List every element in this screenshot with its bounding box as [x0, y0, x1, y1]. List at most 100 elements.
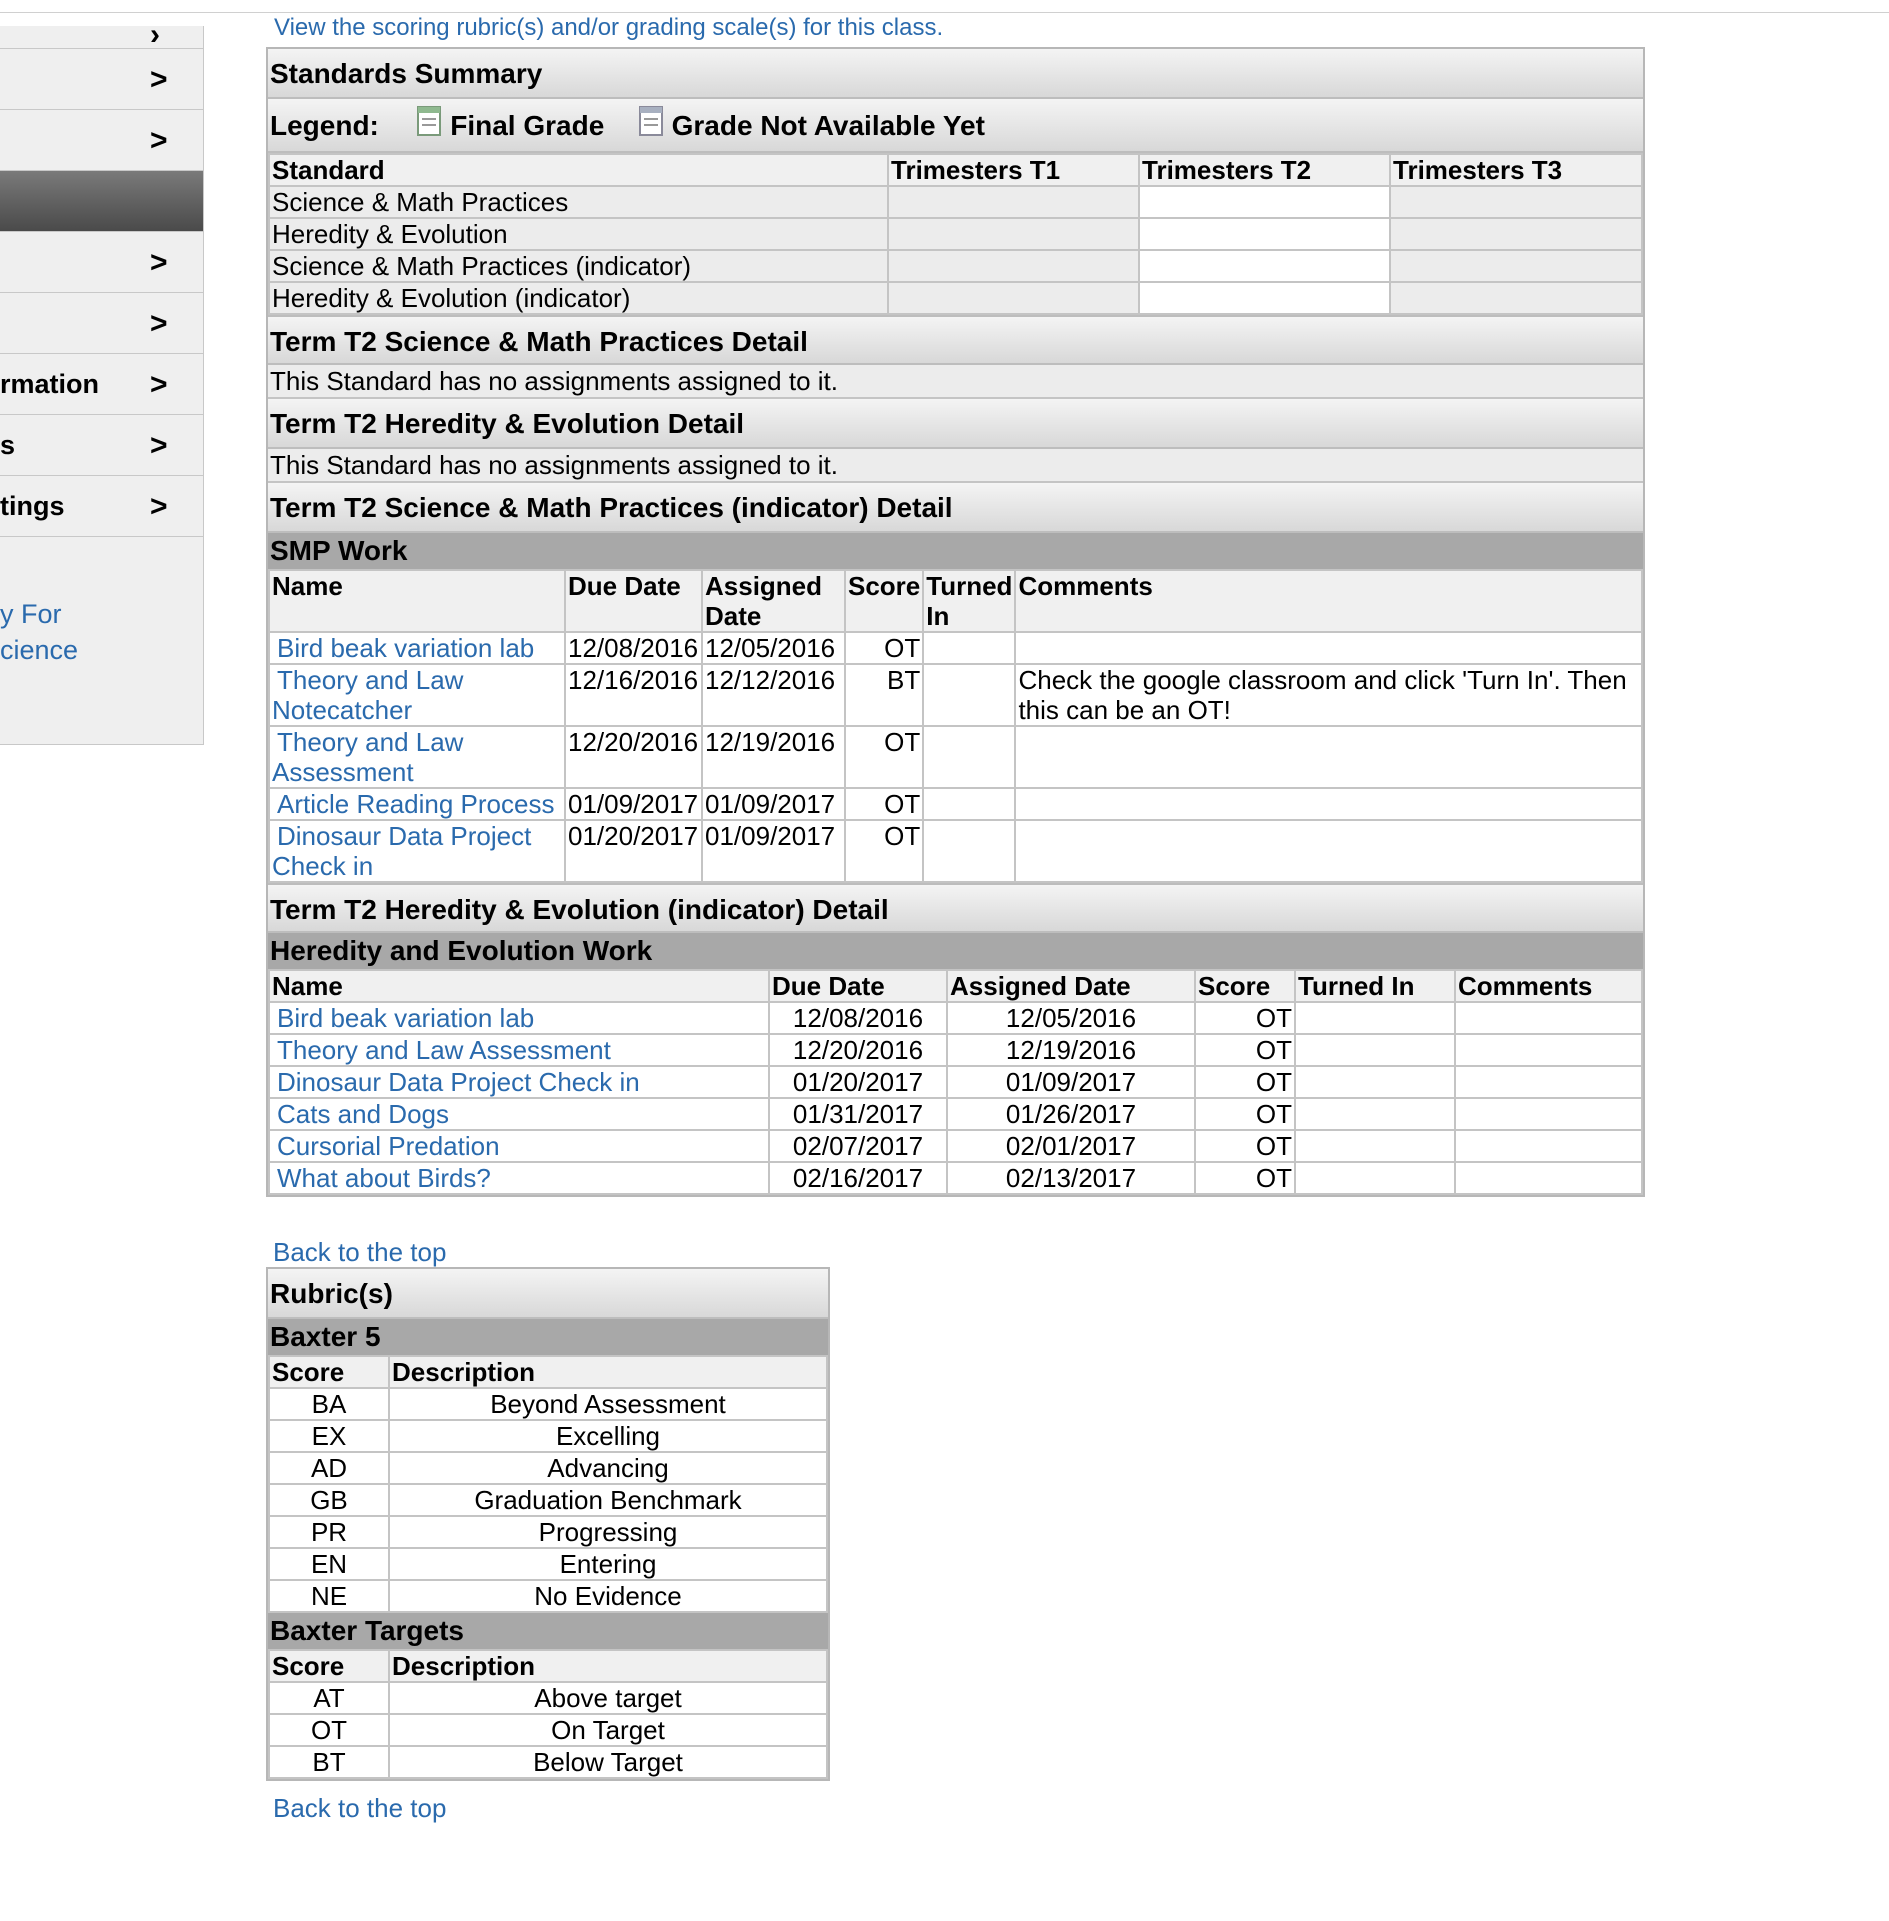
assignment-name-link[interactable]: Bird beak variation lab: [277, 633, 534, 663]
sidebar-link-line: cience: [0, 635, 79, 665]
rubric-description: Graduation Benchmark: [388, 1483, 828, 1517]
chevron-right-icon: >: [150, 429, 168, 462]
assignment-name-cell: Cursorial Predation: [268, 1129, 770, 1163]
comments: [1454, 1161, 1643, 1195]
assignment-name-cell: Dinosaur Data Project Check in: [268, 1065, 770, 1099]
col-turned-in: Turned In: [922, 569, 1017, 633]
assignment-name-link[interactable]: Bird beak variation lab: [277, 1003, 534, 1033]
sidebar-item[interactable]: >: [0, 49, 203, 110]
col-due: Due Date: [564, 569, 703, 633]
sidebar-item[interactable]: [0, 171, 203, 232]
col-score: Score: [843, 569, 925, 633]
table-row: GB Graduation Benchmark: [268, 1483, 828, 1517]
assignment-name-link[interactable]: Cursorial Predation: [277, 1131, 500, 1161]
sidebar: › > > > > rmation > s > tings > y For cience: [0, 20, 204, 745]
table-row: PR Progressing: [268, 1515, 828, 1549]
assignment-name-link[interactable]: What about Birds?: [277, 1163, 491, 1193]
assigned-date-cell: 12/12/2016: [701, 663, 846, 727]
sidebar-item[interactable]: tings >: [0, 476, 203, 537]
table-row: AT Above target: [268, 1681, 828, 1715]
assigned-date: 12/19/2016: [946, 1033, 1196, 1067]
due-date-cell: 12/16/2016: [564, 663, 703, 727]
legend-grade-not-available: Grade Not Available Yet: [671, 110, 985, 141]
turned-in-cell: [922, 787, 1017, 821]
col-name: Name: [268, 969, 770, 1003]
due-date: 01/20/2017: [768, 1065, 948, 1099]
sidebar-item[interactable]: >: [0, 110, 203, 171]
standard-name: Heredity & Evolution: [268, 217, 889, 251]
back-to-top-link[interactable]: Back to the top: [273, 1237, 446, 1268]
turned-in: [1294, 1097, 1456, 1131]
comments-cell: [1014, 725, 1643, 789]
comments-cell: [1014, 819, 1643, 883]
table-row: Cursorial Predation 02/07/2017 02/01/2017 O…: [268, 1129, 1643, 1163]
chevron-right-icon: >: [150, 490, 168, 523]
score-cell: OT: [843, 631, 925, 665]
sidebar-item[interactable]: ›: [0, 20, 203, 50]
assignment-name-link[interactable]: Theory and Law Assessment: [272, 727, 463, 787]
turned-in-cell: [922, 663, 1017, 727]
comments: [1454, 1097, 1643, 1131]
table-row: EN Entering: [268, 1547, 828, 1581]
detail-smp-title: Term T2 Science & Math Practices Detail: [268, 315, 1643, 365]
sidebar-item[interactable]: >: [0, 232, 203, 293]
assignment-name-link-cell: Theory and Law Notecatcher: [268, 663, 566, 727]
rubrics-title: Rubric(s): [268, 1269, 828, 1319]
sidebar-item-label: tings: [0, 491, 65, 521]
table-row: Dinosaur Data Project Check in 01/20/2017…: [268, 1065, 1643, 1099]
top-border: [0, 0, 1889, 13]
rubric-group-title: Baxter 5: [268, 1319, 828, 1355]
score-cell: OT: [843, 819, 925, 883]
assignment-name-link[interactable]: Theory and Law Notecatcher: [272, 665, 463, 725]
sidebar-link[interactable]: y For cience: [0, 596, 78, 668]
table-row: Theory and Law Notecatcher 12/16/2016 12/1…: [268, 663, 1643, 727]
assignment-name-link[interactable]: Dinosaur Data Project Check in: [272, 821, 531, 881]
assigned-date: 12/05/2016: [946, 1001, 1196, 1035]
comments: [1454, 1065, 1643, 1099]
assignment-name-link-cell: Dinosaur Data Project Check in: [268, 819, 566, 883]
grade-not-available-icon: [638, 106, 663, 136]
assignment-name-link[interactable]: Article Reading Process: [277, 789, 554, 819]
detail-he-ind-title: Term T2 Heredity & Evolution (indicator)…: [268, 883, 1643, 933]
comments: [1454, 1001, 1643, 1035]
due-date-cell: 01/09/2017: [564, 787, 703, 821]
rubric-score: BA: [268, 1387, 390, 1421]
col-turned-in: Turned In: [1294, 969, 1456, 1003]
sidebar-item[interactable]: >: [0, 293, 203, 354]
turned-in: [1294, 1033, 1456, 1067]
sidebar-item[interactable]: s >: [0, 415, 203, 476]
assignment-name-link[interactable]: Cats and Dogs: [277, 1099, 449, 1129]
chevron-right-icon: >: [150, 307, 168, 340]
rubric-description: Excelling: [388, 1419, 828, 1453]
assignment-name-cell: What about Birds?: [268, 1161, 770, 1195]
standards-summary-table: Standard Trimesters T1 Trimesters T2 Tri…: [268, 153, 1643, 315]
detail-smp-note: This Standard has no assignments assigne…: [268, 365, 1643, 399]
assigned-date-cell: 12/05/2016: [701, 631, 846, 665]
col-score: Score: [1194, 969, 1296, 1003]
turned-in: [1294, 1129, 1456, 1163]
rubric-group-title: Baxter Targets: [268, 1613, 828, 1649]
chevron-right-icon: >: [150, 124, 168, 157]
assignment-name-cell: Cats and Dogs: [268, 1097, 770, 1131]
assignment-name-link[interactable]: Dinosaur Data Project Check in: [277, 1067, 640, 1097]
col-score: Score: [268, 1649, 390, 1683]
assigned-date-cell: 01/09/2017: [701, 819, 846, 883]
score: OT: [1194, 1129, 1296, 1163]
assignment-name-link[interactable]: Theory and Law Assessment: [277, 1035, 611, 1065]
rubric-score: GB: [268, 1483, 390, 1517]
back-to-top-link[interactable]: Back to the top: [273, 1793, 446, 1824]
rubric-score: EN: [268, 1547, 390, 1581]
sidebar-link-line: y For: [0, 599, 62, 629]
rubric-table: Score Description BA Beyond Assessment EX Exc…: [268, 1355, 828, 1613]
standard-name: Heredity & Evolution (indicator): [268, 281, 889, 315]
table-row: What about Birds? 02/16/2017 02/13/2017 OT: [268, 1161, 1643, 1195]
table-row: Bird beak variation lab 12/08/2016 12/05/2…: [268, 631, 1643, 665]
col-description: Description: [388, 1649, 828, 1683]
chevron-right-icon: >: [150, 246, 168, 279]
turned-in: [1294, 1161, 1456, 1195]
assignment-name-cell: Theory and Law Assessment: [268, 1033, 770, 1067]
sidebar-item[interactable]: rmation >: [0, 354, 203, 415]
view-rubric-link[interactable]: View the scoring rubric(s) and/or gradin…: [274, 14, 943, 42]
detail-smp-ind-title: Term T2 Science & Math Practices (indica…: [268, 483, 1643, 533]
due-date-cell: 01/20/2017: [564, 819, 703, 883]
